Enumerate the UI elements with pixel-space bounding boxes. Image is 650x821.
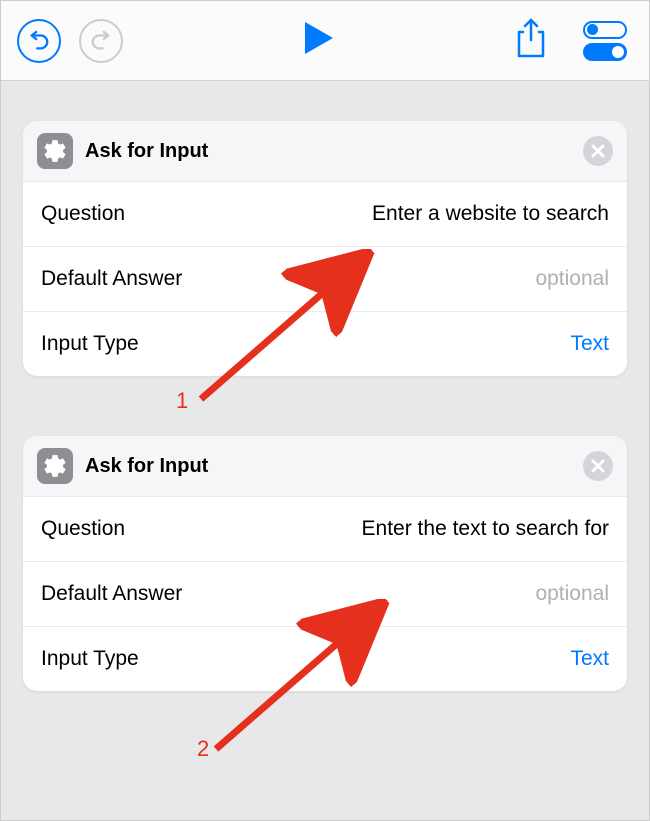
toolbar-right	[511, 14, 633, 67]
close-button[interactable]	[583, 136, 613, 166]
gear-icon	[37, 133, 73, 169]
play-button[interactable]	[289, 10, 345, 71]
question-label: Question	[41, 202, 125, 226]
play-icon	[297, 18, 337, 58]
toolbar-center	[131, 10, 503, 71]
toolbar-left	[17, 19, 123, 63]
row-input-type[interactable]: Input Type Text	[23, 311, 627, 376]
row-input-type[interactable]: Input Type Text	[23, 626, 627, 691]
close-button[interactable]	[583, 451, 613, 481]
close-icon	[591, 144, 605, 158]
action-card-ask-input-1: Ask for Input Question Enter a website t…	[23, 121, 627, 376]
card-header[interactable]: Ask for Input	[23, 436, 627, 496]
undo-icon	[28, 30, 50, 52]
card-header[interactable]: Ask for Input	[23, 121, 627, 181]
redo-button	[79, 19, 123, 63]
share-button[interactable]	[511, 14, 551, 67]
close-icon	[591, 459, 605, 473]
gear-icon	[37, 448, 73, 484]
default-answer-placeholder: optional	[535, 582, 609, 606]
annotation-label-2: 2	[197, 736, 209, 762]
card-title: Ask for Input	[85, 140, 571, 163]
content-area: Ask for Input Question Enter a website t…	[1, 81, 649, 713]
card-title: Ask for Input	[85, 455, 571, 478]
default-answer-label: Default Answer	[41, 582, 182, 606]
question-label: Question	[41, 517, 125, 541]
default-answer-label: Default Answer	[41, 267, 182, 291]
settings-toggle-button[interactable]	[579, 17, 633, 65]
share-icon	[515, 18, 547, 58]
action-card-ask-input-2: Ask for Input Question Enter the text to…	[23, 436, 627, 691]
default-answer-placeholder: optional	[535, 267, 609, 291]
row-default-answer[interactable]: Default Answer optional	[23, 246, 627, 311]
toggle-icon	[583, 21, 629, 61]
input-type-value: Text	[570, 332, 609, 356]
input-type-label: Input Type	[41, 647, 139, 671]
question-value: Enter the text to search for	[362, 517, 609, 541]
input-type-value: Text	[570, 647, 609, 671]
input-type-label: Input Type	[41, 332, 139, 356]
annotation-label-1: 1	[176, 388, 188, 414]
question-value: Enter a website to search	[372, 202, 609, 226]
row-question[interactable]: Question Enter a website to search	[23, 181, 627, 246]
redo-icon	[90, 30, 112, 52]
row-default-answer[interactable]: Default Answer optional	[23, 561, 627, 626]
undo-button[interactable]	[17, 19, 61, 63]
row-question[interactable]: Question Enter the text to search for	[23, 496, 627, 561]
toolbar	[1, 1, 649, 81]
